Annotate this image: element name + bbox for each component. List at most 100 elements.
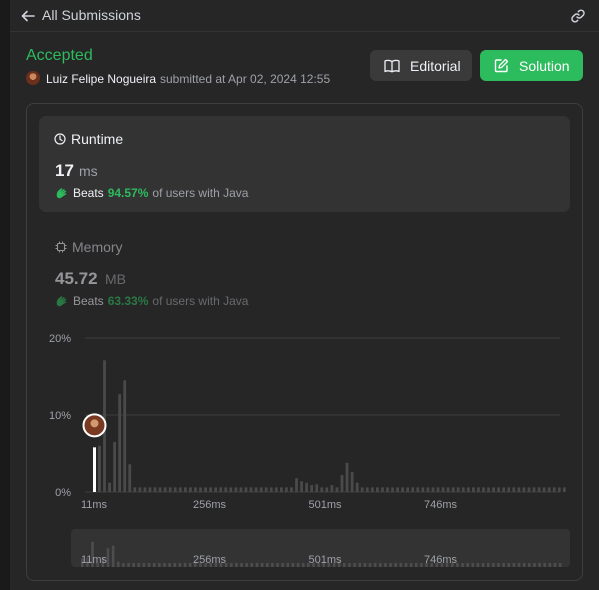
chart-bar[interactable] xyxy=(285,487,288,492)
chart-bar[interactable] xyxy=(163,487,167,492)
chart-bar[interactable] xyxy=(401,487,405,492)
chart-bar[interactable] xyxy=(305,482,309,492)
chart-bar[interactable] xyxy=(335,487,339,492)
chart-bar[interactable] xyxy=(148,487,152,492)
chart-bar[interactable] xyxy=(153,487,157,492)
chart-bar[interactable] xyxy=(386,487,389,492)
chart-bar[interactable] xyxy=(365,487,369,492)
chart-bar[interactable] xyxy=(507,487,511,492)
chart-bar[interactable] xyxy=(209,487,213,492)
chart-bar[interactable] xyxy=(158,487,162,492)
chart-bar[interactable] xyxy=(355,482,359,492)
chart-bar[interactable] xyxy=(426,487,430,492)
chart-bar[interactable] xyxy=(98,445,101,492)
chart-bar[interactable] xyxy=(259,487,263,492)
avatar[interactable] xyxy=(26,71,40,85)
chart-bar[interactable] xyxy=(466,487,470,492)
chart-bar[interactable] xyxy=(345,462,349,492)
chart-bar[interactable] xyxy=(340,475,344,492)
chart-bar[interactable] xyxy=(214,487,218,492)
chart-bar[interactable] xyxy=(330,485,334,492)
chart-bar[interactable] xyxy=(360,487,364,492)
chart-bar[interactable] xyxy=(123,380,127,492)
chart-bar[interactable] xyxy=(229,487,233,492)
chart-bar[interactable] xyxy=(557,487,561,492)
chart-bar[interactable] xyxy=(370,487,374,492)
chart-bar[interactable] xyxy=(189,487,192,492)
runtime-distribution-chart[interactable]: 20% 10% 0% 11ms 256ms 501ms 746ms 11ms 256ms 501m… xyxy=(27,104,584,582)
chart-bar[interactable] xyxy=(143,487,147,492)
chart-bar[interactable] xyxy=(269,487,273,492)
chart-bar[interactable] xyxy=(138,487,142,492)
chart-bar[interactable] xyxy=(542,487,546,492)
chart-bar[interactable] xyxy=(487,487,490,492)
chart-bar[interactable] xyxy=(128,464,132,492)
chart-bar[interactable] xyxy=(527,487,531,492)
chart-bar[interactable] xyxy=(512,487,516,492)
chart-bar[interactable] xyxy=(456,487,460,492)
chart-bar[interactable] xyxy=(416,487,420,492)
chart-bar[interactable] xyxy=(300,481,303,492)
chart-bar[interactable] xyxy=(562,487,566,492)
author-name[interactable]: Luiz Felipe Nogueira xyxy=(46,72,156,86)
chart-bar[interactable] xyxy=(482,487,485,492)
chart-bar[interactable] xyxy=(224,487,228,492)
chart-bar[interactable] xyxy=(532,487,536,492)
chart-bar[interactable] xyxy=(502,487,506,492)
arrow-left-icon[interactable] xyxy=(20,8,36,24)
chart-bar[interactable] xyxy=(254,487,258,492)
chart-bar[interactable] xyxy=(108,482,111,492)
chart-bar[interactable] xyxy=(118,394,122,492)
chart-bar[interactable] xyxy=(522,487,526,492)
chart-bar[interactable] xyxy=(492,487,495,492)
chart-bar[interactable] xyxy=(244,487,248,492)
chart-bar[interactable] xyxy=(406,487,410,492)
chart-bar[interactable] xyxy=(133,487,137,492)
chart-bar[interactable] xyxy=(320,487,324,492)
chart-bar[interactable] xyxy=(310,485,314,492)
chart-bar[interactable] xyxy=(471,487,475,492)
chart-bar[interactable] xyxy=(446,487,450,492)
solution-button[interactable]: Solution xyxy=(480,50,583,81)
chart-bar[interactable] xyxy=(315,484,319,492)
chart-bar[interactable] xyxy=(274,487,278,492)
chart-bar[interactable] xyxy=(396,487,399,492)
chart-bar[interactable] xyxy=(391,487,394,492)
chart-bar[interactable] xyxy=(325,487,329,492)
chart-bar[interactable] xyxy=(411,487,415,492)
chart-bar[interactable] xyxy=(204,487,207,492)
chart-bar[interactable] xyxy=(436,487,440,492)
chart-bar[interactable] xyxy=(239,487,243,492)
chart-bar[interactable] xyxy=(264,487,268,492)
chart-bar[interactable] xyxy=(350,471,354,492)
link-icon[interactable] xyxy=(569,7,587,25)
chart-bar[interactable] xyxy=(552,487,556,492)
chart-bar[interactable] xyxy=(219,487,223,492)
chart-bar[interactable] xyxy=(421,487,425,492)
chart-bar[interactable] xyxy=(234,487,238,492)
chart-bar[interactable] xyxy=(194,487,197,492)
chart-bar[interactable] xyxy=(113,441,116,492)
chart-bar[interactable] xyxy=(178,487,182,492)
chart-bar[interactable] xyxy=(451,487,455,492)
editorial-button[interactable]: Editorial xyxy=(370,50,472,81)
chart-bar[interactable] xyxy=(290,487,293,492)
chart-bar[interactable] xyxy=(497,487,501,492)
chart-bar[interactable] xyxy=(381,487,384,492)
chart-bar[interactable] xyxy=(295,478,298,492)
chart-bar[interactable] xyxy=(431,487,435,492)
chart-bar[interactable] xyxy=(93,447,96,492)
chart-bar[interactable] xyxy=(477,487,480,492)
chart-bar[interactable] xyxy=(173,487,177,492)
chart-bar[interactable] xyxy=(547,487,551,492)
chart-bar[interactable] xyxy=(461,487,465,492)
chart-bar[interactable] xyxy=(199,487,202,492)
chart-bar[interactable] xyxy=(168,487,172,492)
all-submissions-link[interactable]: All Submissions xyxy=(42,7,141,23)
chart-bar[interactable] xyxy=(279,487,283,492)
chart-bar[interactable] xyxy=(517,487,521,492)
chart-bar[interactable] xyxy=(537,487,541,492)
chart-bar[interactable] xyxy=(375,487,379,492)
chart-bar[interactable] xyxy=(441,487,445,492)
chart-bar[interactable] xyxy=(183,487,187,492)
